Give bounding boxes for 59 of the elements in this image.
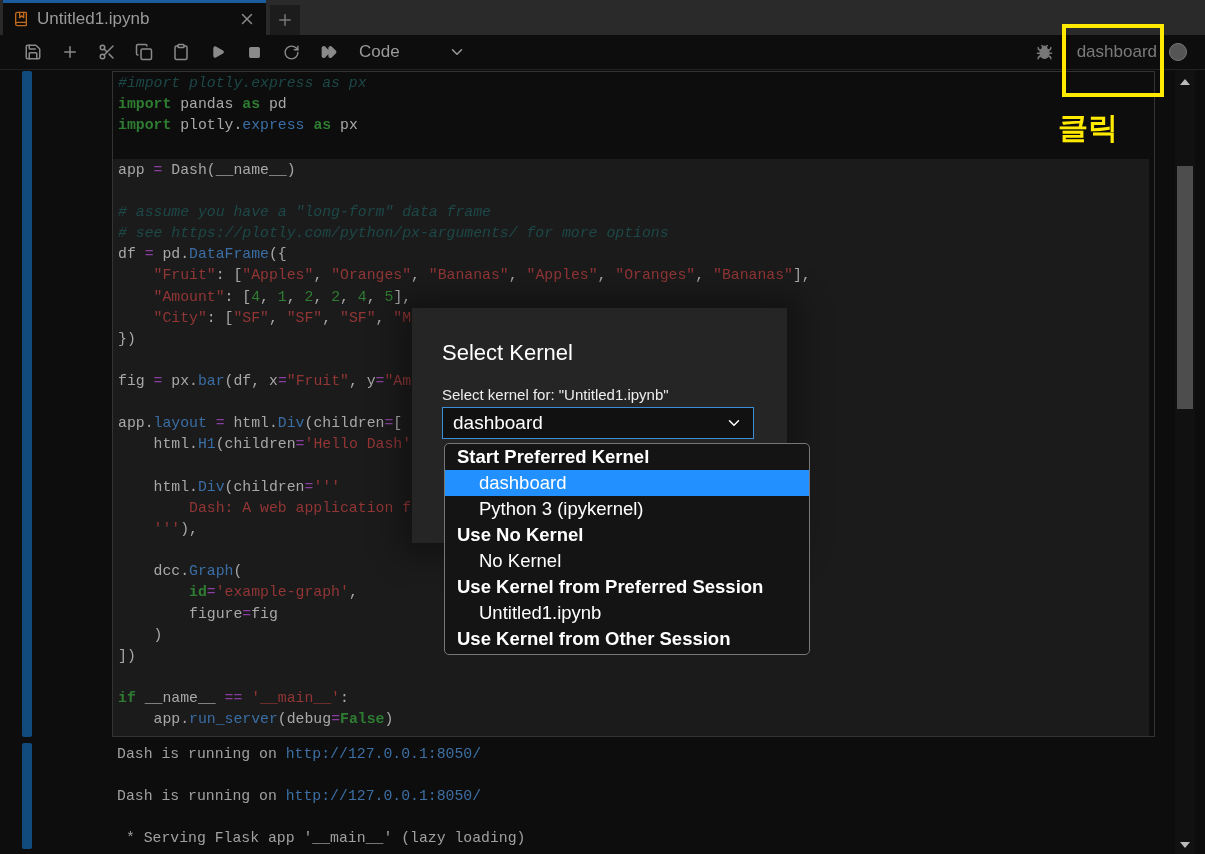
tab-title: Untitled1.ipynb <box>37 9 151 29</box>
code-line: #import plotly.express as px <box>118 74 367 93</box>
option-group-label: Use Kernel from Preferred Session <box>456 575 765 599</box>
code-line: '''), <box>152 520 198 539</box>
scrollbar-thumb[interactable] <box>1177 166 1193 409</box>
kernel-option[interactable]: No Kernel <box>445 548 809 574</box>
output-line: Dash is running on http://127.0.0.1:8050/ <box>117 786 482 806</box>
code-line: ) <box>152 625 163 645</box>
fast-forward-icon[interactable] <box>320 44 337 60</box>
scissors-icon[interactable] <box>97 43 116 61</box>
code-line: html.H1(children='Hello Dash' <box>152 435 412 455</box>
code-line: html.Div(children=''' <box>152 477 340 497</box>
code-line: app = Dash(__name__) <box>118 160 296 180</box>
option-group-label: Use No Kernel <box>456 523 585 547</box>
code-line: "Amount": [4, 1, 2, 2, 4, 5], <box>152 287 412 307</box>
code-line: "City": ["SF", "SF", "SF", "M <box>152 308 412 328</box>
kernel-select[interactable]: dashboard <box>442 407 754 439</box>
stop-icon[interactable] <box>248 45 261 59</box>
new-tab-button[interactable] <box>270 5 300 35</box>
kernel-option[interactable]: Untitled1.ipynb <box>445 600 809 626</box>
output-link[interactable]: http://127.0.0.1:8050/ <box>285 745 482 762</box>
code-line: ]) <box>118 646 136 666</box>
code-line: df = pd.DataFrame({ <box>118 245 287 265</box>
scroll-down-icon[interactable] <box>1180 842 1190 848</box>
code-line: }) <box>118 329 136 349</box>
copy-icon[interactable] <box>134 43 153 61</box>
option-group-label: Start Preferred Kernel <box>456 445 651 469</box>
kernel-option[interactable]: Python 3 (ipykernel) <box>445 496 809 522</box>
clipboard-icon[interactable] <box>171 43 190 61</box>
notebook-tab[interactable]: Untitled1.ipynb <box>3 0 266 35</box>
code-line: id='example-graph', <box>188 583 358 603</box>
code-line: app.run_server(debug=False) <box>152 710 394 730</box>
restart-icon[interactable] <box>283 43 300 61</box>
code-line: "Fruit": ["Apples", "Oranges", "Bananas", "Apples", "Oranges", "Bananas"], <box>152 266 811 286</box>
output-link[interactable]: http://127.0.0.1:8050/ <box>285 787 482 804</box>
kernel-status-icon <box>1169 43 1187 61</box>
output-line: * Serving Flask app '__main__' (lazy loading) <box>124 828 526 848</box>
code-line: import plotly.express as px <box>118 116 358 136</box>
bug-icon[interactable] <box>1035 43 1053 61</box>
code-line: import pandas as pd <box>118 95 287 115</box>
scroll-up-icon[interactable] <box>1180 79 1190 85</box>
code-line: app.layout = html.Div(children=[ <box>118 414 403 434</box>
output-line: Dash is running on http://127.0.0.1:8050/ <box>117 744 482 764</box>
code-line: figure=fig <box>188 604 278 624</box>
kernel-name-button[interactable]: dashboard <box>1062 42 1169 62</box>
code-line: fig = px.bar(df, x="Fruit", y="Am <box>118 372 412 392</box>
dialog-label: Select kernel for: "Untitled1.ipynb" <box>442 386 670 403</box>
scrollbar[interactable] <box>1175 70 1195 854</box>
annotation-note: 클릭 <box>1058 109 1118 147</box>
code-line: dcc.Graph( <box>152 562 243 582</box>
dialog-title: Select Kernel <box>442 340 574 366</box>
play-icon[interactable] <box>210 45 225 59</box>
cell-type-dropdown[interactable]: Code <box>355 42 470 62</box>
notebook-icon <box>13 11 29 27</box>
option-group-label: Use Kernel from Other Session <box>456 627 732 651</box>
plus-icon[interactable] <box>276 11 294 29</box>
code-line: if __name__ == '__main__': <box>118 689 349 709</box>
code-line: Dash: A web application f <box>188 498 412 518</box>
save-icon[interactable] <box>23 43 42 61</box>
